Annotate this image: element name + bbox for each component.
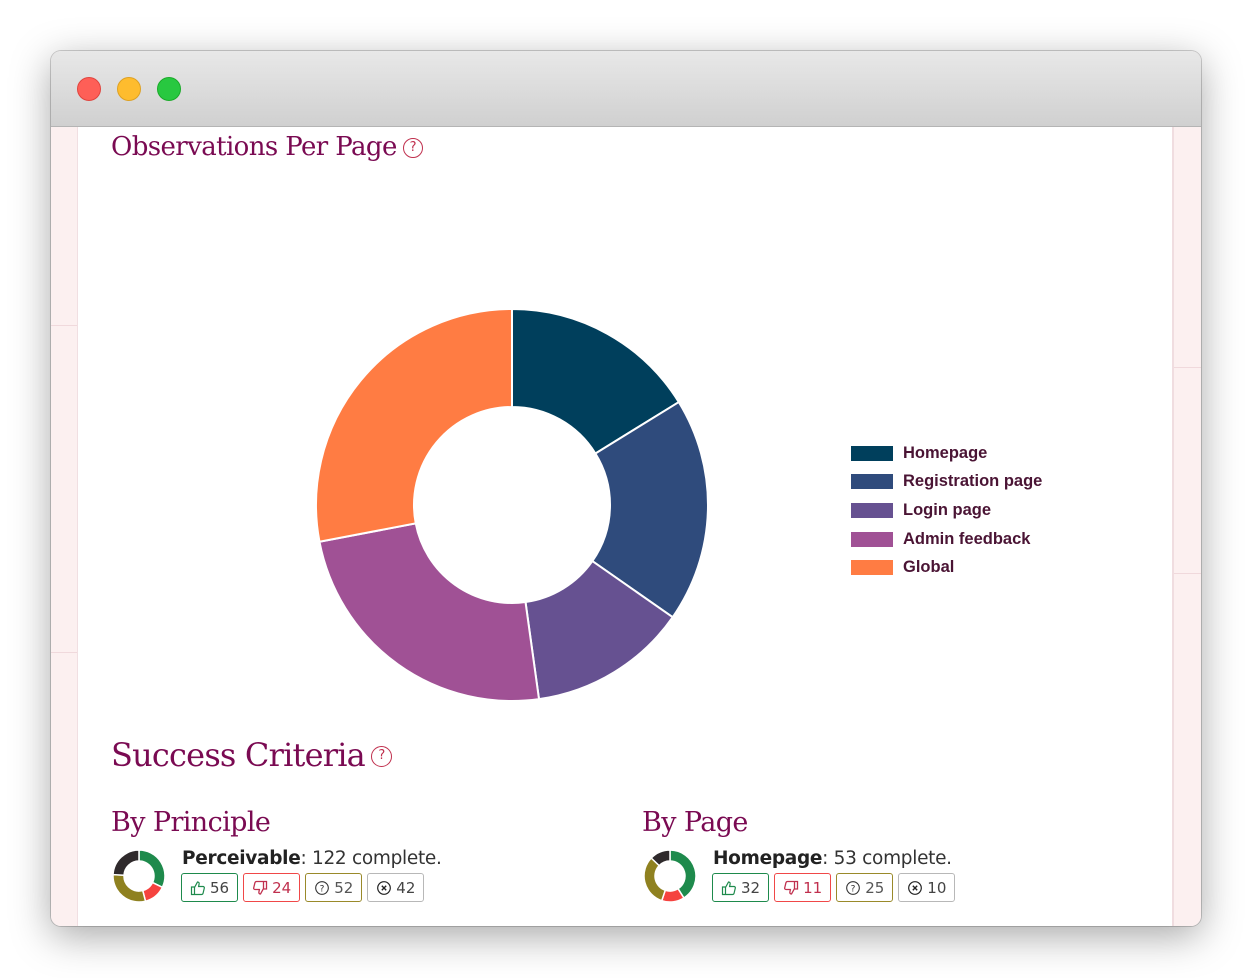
report-content: Observations Per Page? Homepage Registrat… (77, 127, 1174, 926)
close-window-button[interactable] (77, 77, 101, 101)
legend-swatch (851, 445, 893, 461)
mini-slice-cannot-tell (643, 856, 667, 902)
question-circle-icon: ? (846, 880, 861, 895)
help-icon[interactable]: ? (370, 746, 392, 767)
side-divider (51, 652, 77, 653)
cannot-tell-count: 25 (865, 878, 885, 897)
pass-count: 32 (741, 878, 761, 897)
browser-window: Observations Per Page? Homepage Registrat… (51, 51, 1201, 926)
not-present-count: 10 (927, 878, 947, 897)
svg-text:?: ? (320, 884, 325, 894)
fail-count-badge[interactable]: 11 (774, 873, 832, 902)
by-principle-heading: By Principle (111, 807, 271, 838)
x-circle-icon (377, 880, 392, 895)
chart-legend: Homepage Registration page Login page Admin… (851, 439, 1042, 582)
page-mini-donut (643, 849, 697, 903)
thumbs-down-icon (253, 880, 268, 895)
legend-item-login-page[interactable]: Login page (851, 496, 1042, 525)
pass-count: 56 (210, 878, 230, 897)
side-divider (1173, 367, 1201, 368)
by-page-heading: By Page (642, 807, 748, 838)
legend-swatch (851, 531, 893, 547)
legend-item-global[interactable]: Global (851, 553, 1042, 582)
question-circle-icon: ? (315, 880, 330, 895)
legend-item-registration-page[interactable]: Registration page (851, 468, 1042, 497)
legend-swatch (851, 474, 893, 490)
principle-status-badges: 56 24 ? 52 42 (181, 873, 425, 902)
side-divider (1173, 573, 1201, 574)
fail-count: 24 (272, 878, 292, 897)
legend-label: Login page (903, 500, 991, 519)
thumbs-up-icon (721, 880, 736, 895)
legend-label: Homepage (903, 443, 988, 462)
cannot-tell-count: 52 (334, 878, 354, 897)
legend-label: Admin feedback (903, 529, 1031, 548)
success-criteria-title: Success Criteria (111, 736, 366, 774)
title-bar (51, 51, 1201, 127)
page-name[interactable]: Homepage (713, 848, 822, 869)
thumbs-up-icon (190, 880, 205, 895)
minimize-window-button[interactable] (117, 77, 141, 101)
pass-count-badge[interactable]: 56 (181, 873, 239, 902)
page-summary-text: Homepage: 53 complete. (713, 848, 952, 869)
svg-text:?: ? (851, 884, 856, 894)
thumbs-down-icon (784, 880, 799, 895)
mini-slice-fail (141, 881, 164, 903)
maximize-window-button[interactable] (157, 77, 181, 101)
principle-name[interactable]: Perceivable (182, 848, 301, 869)
pass-count-badge[interactable]: 32 (712, 873, 770, 902)
donut-slice-global[interactable] (315, 307, 513, 543)
not-present-count-badge[interactable]: 42 (367, 873, 425, 902)
not-present-count: 42 (396, 878, 416, 897)
donut-slice-admin-feedback[interactable] (318, 522, 541, 702)
page-complete-count: : 53 complete. (822, 848, 952, 869)
mini-slice-cannot-tell (112, 873, 147, 903)
principle-mini-donut (112, 849, 166, 903)
page-status-badges: 32 11 ? 25 10 (712, 873, 956, 902)
legend-swatch (851, 502, 893, 518)
legend-item-homepage[interactable]: Homepage (851, 439, 1042, 468)
legend-item-admin-feedback[interactable]: Admin feedback (851, 525, 1042, 554)
cannot-tell-count-badge[interactable]: ? 52 (305, 873, 363, 902)
fail-count-badge[interactable]: 24 (243, 873, 301, 902)
legend-label: Registration page (903, 472, 1043, 491)
not-present-count-badge[interactable]: 10 (898, 873, 956, 902)
fail-count: 11 (803, 878, 823, 897)
principle-summary-text: Perceivable: 122 complete. (182, 848, 442, 869)
legend-label: Global (903, 558, 955, 577)
mini-slice-pass (138, 849, 166, 889)
principle-complete-count: : 122 complete. (300, 848, 442, 869)
x-circle-icon (908, 880, 923, 895)
legend-swatch (851, 560, 893, 576)
side-divider (51, 325, 77, 326)
success-criteria-heading: Success Criteria? (111, 736, 392, 774)
observations-donut-chart (315, 307, 709, 702)
cannot-tell-count-badge[interactable]: ? 25 (836, 873, 894, 902)
mini-slice-not-present (112, 849, 140, 876)
